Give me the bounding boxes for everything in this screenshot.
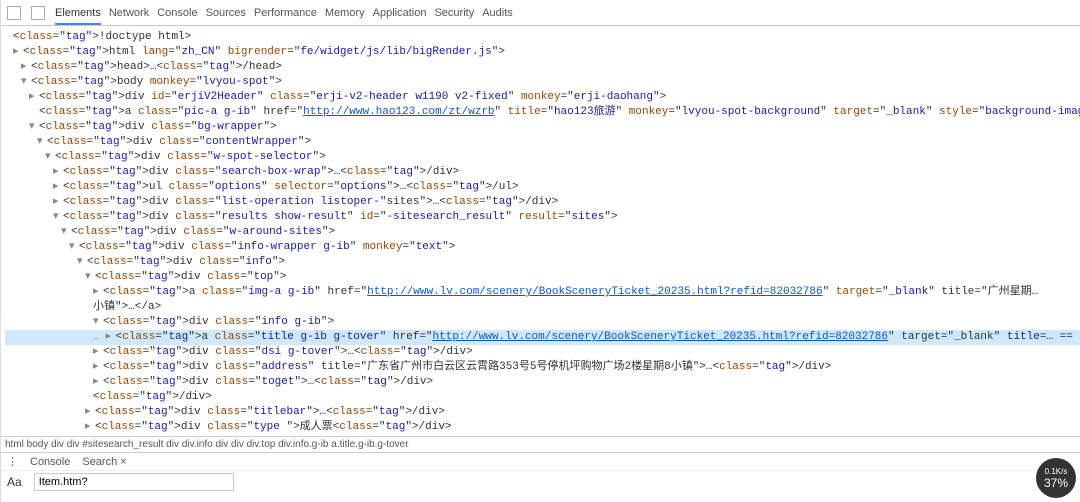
- dom-breadcrumb[interactable]: html body div div #sitesearch_result div…: [1, 436, 1080, 452]
- devtools-tab[interactable]: Memory: [325, 3, 365, 23]
- drawer-menu-icon[interactable]: ⋮: [7, 455, 18, 468]
- search-drawer-tab[interactable]: Search ×: [82, 456, 126, 468]
- devtools-tab[interactable]: Security: [434, 3, 474, 23]
- inspect-icon[interactable]: [7, 6, 21, 20]
- devtools-tab[interactable]: Sources: [206, 3, 246, 23]
- devtools-tab[interactable]: Elements: [55, 3, 101, 25]
- console-drawer-tab[interactable]: Console: [30, 456, 70, 468]
- device-icon[interactable]: [31, 6, 45, 20]
- devtools-tab[interactable]: Performance: [254, 3, 317, 23]
- devtools-tab[interactable]: Console: [157, 3, 197, 23]
- system-monitor-widget[interactable]: 0.1K/s37%: [1036, 458, 1076, 498]
- dom-tree[interactable]: <class="tag">!doctype html>▸<class="tag"…: [1, 26, 1080, 436]
- devtools-tab[interactable]: Application: [373, 3, 427, 23]
- search-field[interactable]: [34, 473, 234, 491]
- case-toggle[interactable]: Aa: [7, 475, 22, 489]
- devtools-tab[interactable]: Network: [109, 3, 149, 23]
- devtools-tab[interactable]: Audits: [482, 3, 513, 23]
